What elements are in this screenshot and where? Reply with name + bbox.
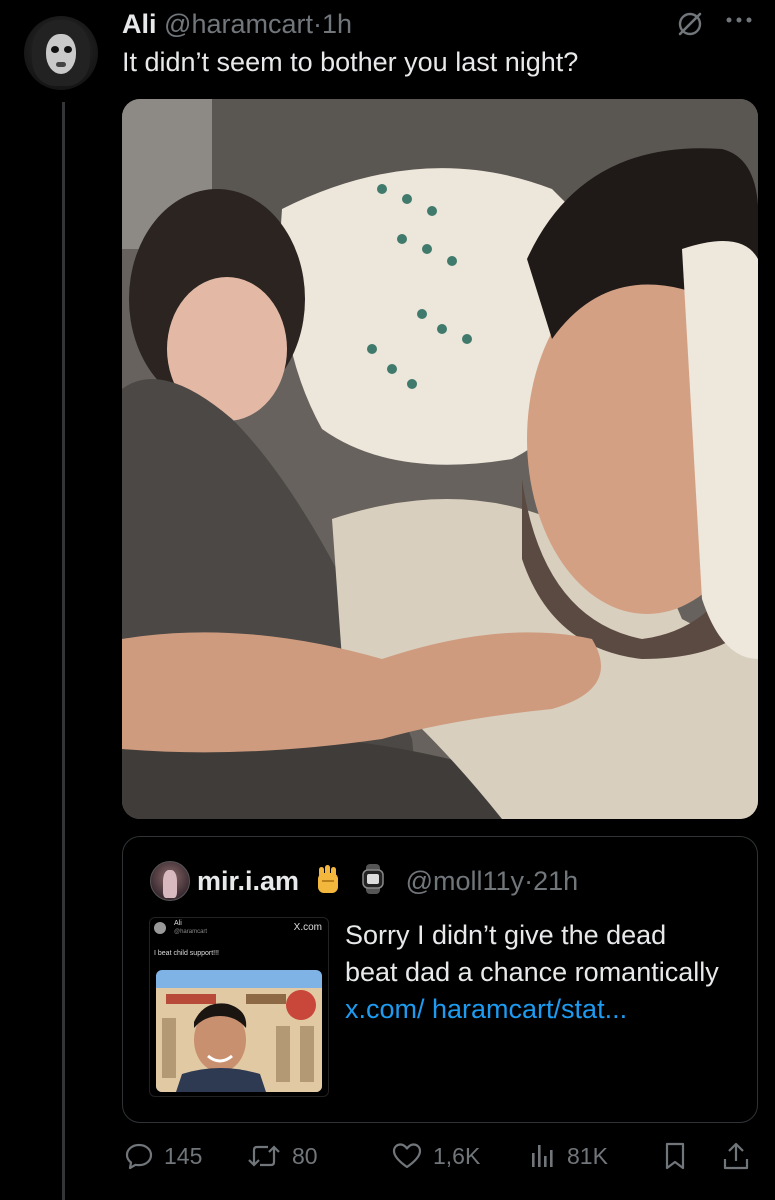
quoted-post-text: Sorry I didn’t give the dead beat dad a … bbox=[345, 917, 725, 1028]
quoted-author-name[interactable]: mir.i.am bbox=[197, 866, 299, 896]
author-name[interactable]: Ali bbox=[122, 9, 157, 39]
separator-dot: · bbox=[312, 9, 322, 39]
post-time[interactable]: 1h bbox=[322, 9, 352, 39]
views-icon bbox=[532, 1145, 553, 1167]
post-header: Ali @haramcart·1h bbox=[122, 6, 352, 42]
more-icon[interactable] bbox=[722, 8, 756, 32]
post-text: It didn’t seem to bother you last night? bbox=[122, 47, 579, 77]
quoted-post-time[interactable]: 21h bbox=[533, 866, 578, 896]
action-bar: 145 80 1,6K 81K bbox=[0, 1136, 775, 1176]
repost-button[interactable]: 80 bbox=[246, 1136, 318, 1176]
view-count: 81K bbox=[567, 1142, 608, 1169]
raised-fist-emoji-icon bbox=[317, 865, 338, 893]
embedded-handle: @haramcart bbox=[174, 929, 208, 935]
like-button[interactable]: 1,6K bbox=[391, 1136, 480, 1176]
repost-count: 80 bbox=[292, 1142, 318, 1169]
embedded-text: I beat child support!!! bbox=[154, 950, 219, 957]
share-icon bbox=[723, 1142, 749, 1170]
grok-icon[interactable] bbox=[676, 10, 704, 38]
bookmark-icon bbox=[665, 1142, 685, 1170]
repost-icon bbox=[248, 1145, 280, 1167]
watch-emoji-icon bbox=[362, 864, 384, 894]
post-photo[interactable] bbox=[122, 99, 758, 819]
quoted-post[interactable]: mir.i.am @moll11y·21h Ali @haramcart X.c… bbox=[122, 836, 758, 1123]
like-icon bbox=[392, 1143, 422, 1169]
separator-dot: · bbox=[524, 866, 534, 896]
embedded-source: X.com bbox=[293, 922, 322, 933]
author-handle[interactable]: @haramcart bbox=[164, 9, 313, 39]
quoted-post-link[interactable]: x.com/ haramcart/stat... bbox=[345, 994, 627, 1024]
like-count: 1,6K bbox=[433, 1142, 481, 1169]
reply-icon bbox=[125, 1143, 153, 1170]
quoted-author-avatar[interactable] bbox=[150, 861, 190, 901]
embedded-screenshot[interactable]: Ali @haramcart X.com I beat child suppor… bbox=[149, 917, 329, 1097]
bookmark-button[interactable] bbox=[660, 1136, 700, 1176]
embedded-photo bbox=[156, 970, 322, 1092]
quoted-author-handle[interactable]: @moll11y bbox=[406, 866, 524, 896]
reply-button[interactable]: 145 bbox=[124, 1136, 202, 1176]
quoted-post-text-plain: Sorry I didn’t give the dead beat dad a … bbox=[345, 920, 719, 987]
embedded-name: Ali bbox=[174, 920, 182, 927]
author-avatar[interactable] bbox=[24, 16, 98, 90]
views-button[interactable]: 81K bbox=[527, 1136, 608, 1176]
thread-line bbox=[62, 102, 65, 1200]
reply-count: 145 bbox=[164, 1142, 203, 1169]
share-button[interactable] bbox=[720, 1136, 762, 1176]
embedded-avatar bbox=[154, 922, 166, 934]
quoted-post-header: mir.i.am @moll11y·21h bbox=[197, 863, 578, 899]
